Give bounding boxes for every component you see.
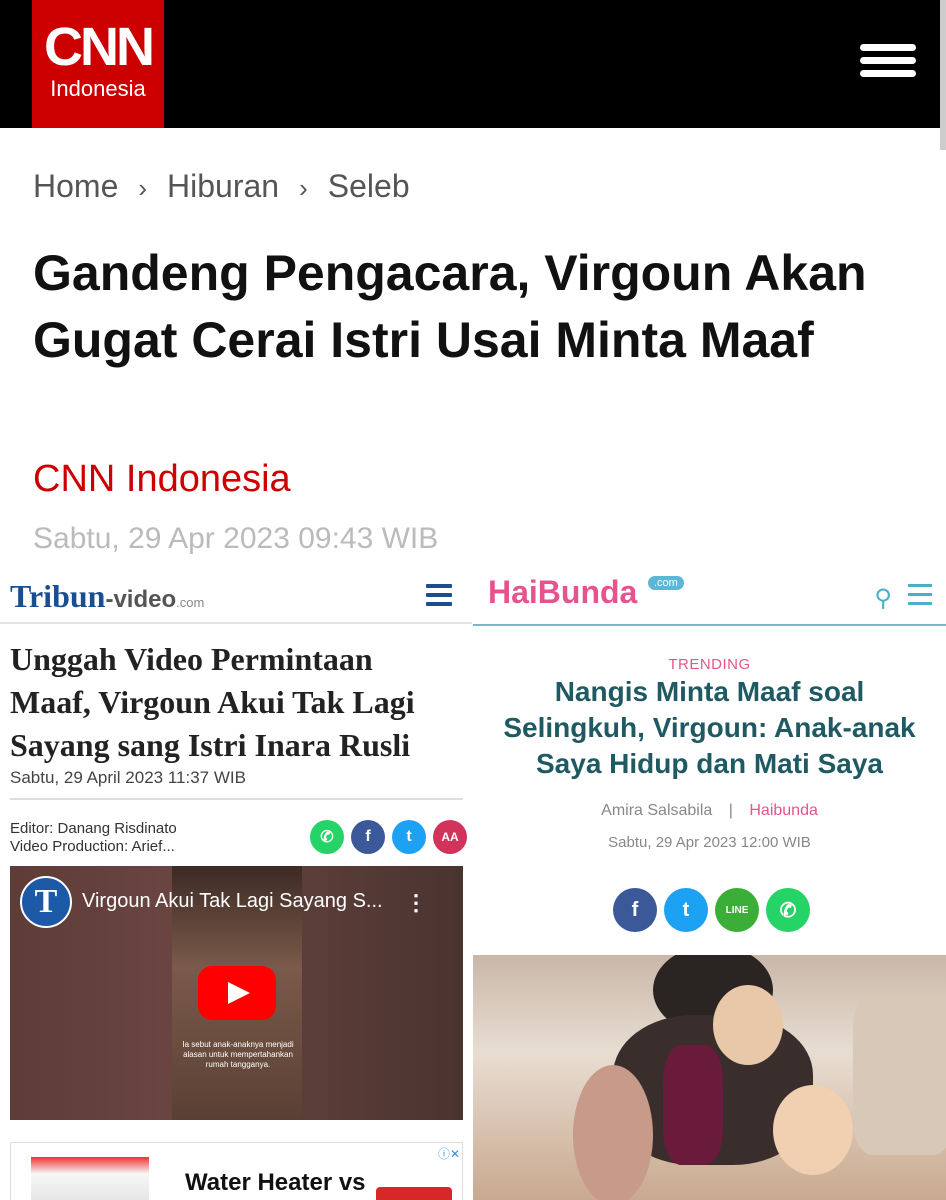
font-size-icon[interactable]: AA [433, 820, 467, 854]
video-title[interactable]: Virgoun Akui Tak Lagi Sayang S... [82, 890, 383, 913]
photo-shape [773, 1085, 853, 1175]
twitter-icon[interactable]: t [664, 888, 708, 932]
photo-shape [853, 995, 946, 1155]
menu-icon[interactable] [426, 584, 452, 606]
tribun-logo-video: -video [105, 586, 177, 613]
divider [10, 798, 463, 800]
whatsapp-icon[interactable]: ✆ [310, 820, 344, 854]
brand-name[interactable]: Haibunda [749, 802, 818, 819]
cnn-header: CNN Indonesia [0, 0, 946, 128]
haibunda-article-date: Sabtu, 29 Apr 2023 12:00 WIB [608, 834, 811, 851]
ad-button[interactable] [376, 1187, 452, 1200]
cnn-logo-sub: Indonesia [50, 76, 146, 101]
ad-image [31, 1157, 149, 1200]
article-photo [473, 955, 946, 1200]
video-caption: Ia sebut anak-anaknya menjadi alasan unt… [182, 1040, 294, 1069]
haibunda-header: HaiBunda .com ⚲ [473, 570, 946, 626]
facebook-icon[interactable]: f [351, 820, 385, 854]
channel-avatar[interactable]: T [20, 876, 72, 928]
author-name[interactable]: Amira Salsabila [601, 802, 712, 819]
whatsapp-icon[interactable]: ✆ [766, 888, 810, 932]
scrollbar[interactable] [940, 0, 946, 150]
haibunda-article-title: Nangis Minta Maaf soal Selingkuh, Virgou… [503, 676, 916, 779]
breadcrumb: Home › Hiburan › Seleb [33, 168, 410, 208]
cnn-logo[interactable]: CNN Indonesia [32, 0, 164, 128]
haibunda-logo[interactable]: HaiBunda [488, 574, 637, 611]
breadcrumb-hiburan[interactable]: Hiburan [167, 168, 279, 208]
tribun-logo[interactable]: Tribun-video.com [10, 578, 204, 615]
line-icon[interactable]: LINE [715, 888, 759, 932]
search-icon[interactable]: ⚲ [874, 584, 892, 613]
video-player[interactable]: T Virgoun Akui Tak Lagi Sayang S... ⋮ Ia… [10, 866, 463, 1120]
ad-text[interactable]: Water Heater vs [185, 1169, 366, 1197]
byline-separator: | [728, 802, 733, 819]
page-title: Gandeng Pengacara, Virgoun Akan Gugat Ce… [33, 245, 867, 368]
tribun-share-row: ✆ f t AA [310, 820, 467, 854]
tribun-header: Tribun-video.com [0, 570, 472, 624]
twitter-icon[interactable]: t [392, 820, 426, 854]
tribun-article-date: Sabtu, 29 April 2023 11:37 WIB [10, 768, 246, 787]
chevron-right-icon: › [299, 173, 308, 203]
tribun-article-title: Unggah Video Permintaan Maaf, Virgoun Ak… [10, 641, 415, 763]
play-button-icon[interactable] [198, 966, 276, 1020]
haibunda-byline: Amira Salsabila | Haibunda [473, 802, 946, 820]
facebook-icon[interactable]: f [613, 888, 657, 932]
haibunda-panel: HaiBunda .com ⚲ TRENDING Nangis Minta Ma… [473, 570, 946, 1200]
tribun-credits: Editor: Danang Risdinato Video Productio… [10, 820, 177, 856]
tribun-production: Video Production: Arief... [10, 838, 175, 855]
more-options-icon[interactable]: ⋮ [405, 890, 427, 916]
trending-label[interactable]: TRENDING [473, 656, 946, 673]
menu-icon[interactable] [860, 44, 916, 78]
ad-banner[interactable]: Water Heater vs ⓘ✕ [10, 1142, 463, 1200]
breadcrumb-seleb[interactable]: Seleb [328, 168, 410, 208]
tribun-logo-main: Tribun [10, 578, 106, 614]
ad-close-icon[interactable]: ⓘ✕ [438, 1145, 460, 1162]
article-date: Sabtu, 29 Apr 2023 09:43 WIB [33, 522, 439, 555]
chevron-right-icon: › [138, 173, 148, 203]
tribun-editor: Editor: Danang Risdinato [10, 820, 177, 837]
article-source: CNN Indonesia [33, 458, 291, 500]
photo-shape [713, 985, 783, 1065]
tribun-panel: Tribun-video.com Unggah Video Permintaan… [0, 570, 472, 1200]
haibunda-share-row: f t LINE ✆ [613, 888, 810, 932]
photo-shape [573, 1065, 653, 1200]
photo-shape [663, 1045, 723, 1165]
menu-icon[interactable] [908, 584, 932, 606]
haibunda-logo-com: .com [648, 576, 684, 590]
tribun-logo-com: .com [176, 595, 205, 610]
cnn-logo-main: CNN [44, 17, 155, 77]
breadcrumb-home[interactable]: Home [33, 168, 118, 208]
